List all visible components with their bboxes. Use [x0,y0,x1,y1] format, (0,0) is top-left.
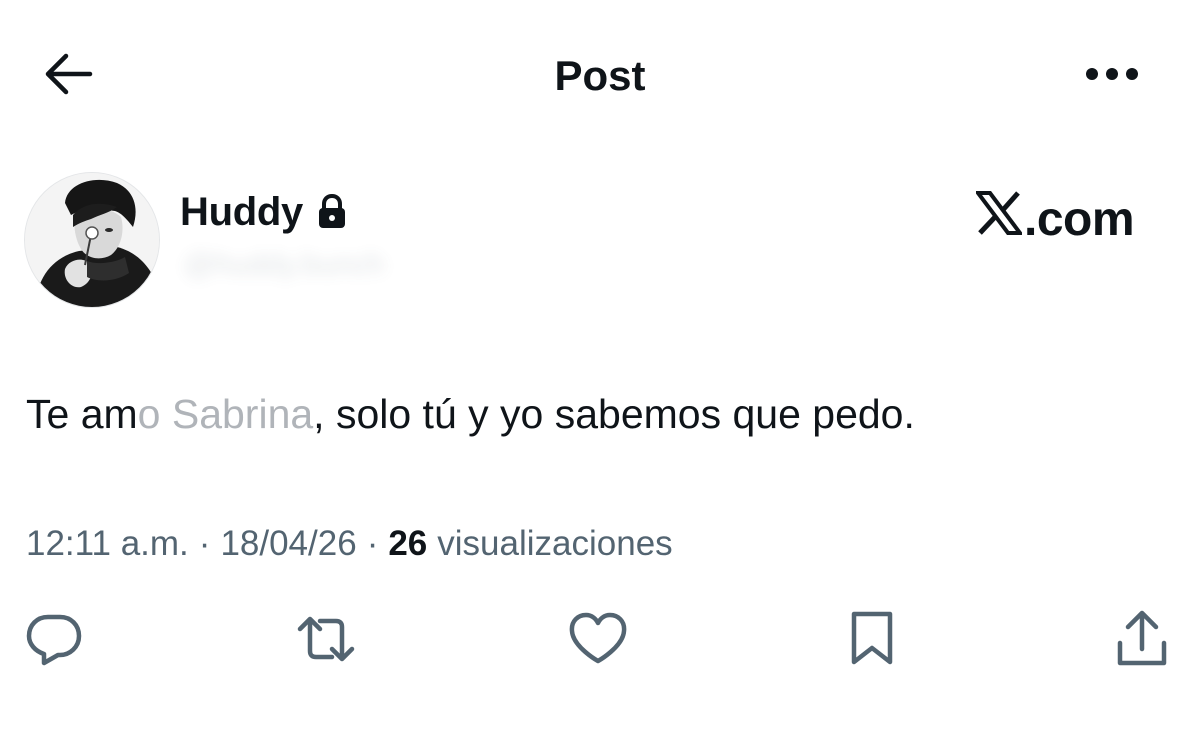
heart-icon [567,611,629,672]
author-handle[interactable]: @huddy.bunch [184,248,384,288]
avatar-photo [25,173,159,307]
page-title: Post [554,52,646,99]
x-com-watermark: .com [974,186,1135,252]
post-date[interactable]: 18/04/26 [220,518,356,570]
meta-separator: · [198,524,211,563]
more-options-button[interactable] [1078,52,1146,100]
views-label[interactable]: visualizaciones [437,518,672,570]
post-text-part: , solo tú y yo sabemos que pedo. [313,391,915,437]
post-meta: 12:11 a.m. · 18/04/26 · 26 visualizacion… [26,518,673,570]
post-time[interactable]: 12:11 a.m. [26,518,189,570]
author-display-name[interactable]: Huddy [180,190,303,235]
more-horizontal-icon [1084,66,1140,87]
watermark-text: .com [1024,192,1135,246]
post-text: Te amo Sabrina, solo tú y yo sabemos que… [26,386,1176,442]
like-button[interactable] [562,608,634,674]
bookmark-button[interactable] [836,608,908,674]
avatar[interactable] [24,172,160,308]
share-icon [1114,609,1170,674]
back-button[interactable] [36,48,100,104]
x-logo-icon [974,191,1024,247]
repost-button[interactable] [290,608,362,674]
post-text-part: Te am [26,391,138,437]
share-button[interactable] [1106,608,1178,674]
post-text-faded: o Sabrina [137,391,314,437]
views-count[interactable]: 26 [388,518,427,570]
reply-button[interactable] [18,608,90,674]
arrow-left-icon [42,52,94,101]
meta-separator: · [366,524,379,563]
author-name-row[interactable]: Huddy [180,186,347,238]
reply-icon [24,611,84,672]
bookmark-icon [847,610,897,673]
lock-icon [317,194,347,230]
repost-icon [294,611,358,672]
